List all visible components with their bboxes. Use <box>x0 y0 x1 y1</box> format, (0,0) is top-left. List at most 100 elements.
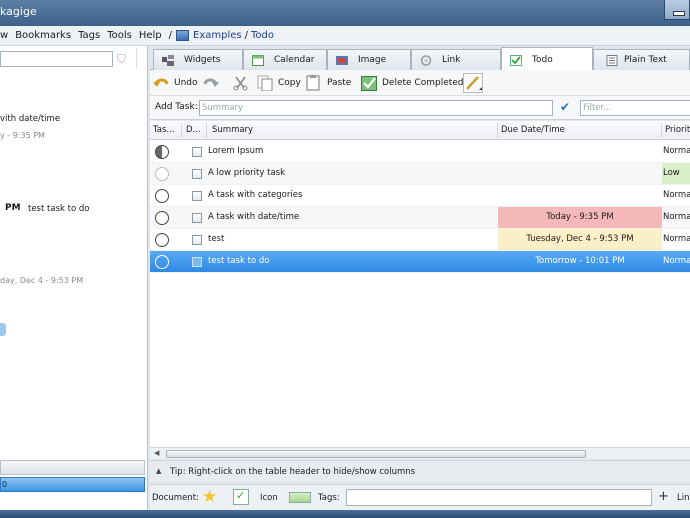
tab-todo[interactable]: Todo <box>501 47 593 71</box>
table-row[interactable]: Lorem Ipsum Normal <box>150 141 690 163</box>
image-icon <box>336 56 348 65</box>
done-checkbox[interactable] <box>192 257 202 267</box>
header-summary[interactable]: Summary <box>212 125 253 135</box>
table-row[interactable]: A task with date/time Today - 9:35 PM No… <box>150 207 690 229</box>
tab-link[interactable]: Link <box>411 49 501 70</box>
star-icon[interactable]: ★ <box>202 488 217 506</box>
done-checkbox[interactable] <box>192 213 202 223</box>
redo-icon[interactable] <box>202 75 219 91</box>
task-state-icon[interactable] <box>155 211 169 225</box>
breadcrumb-todo[interactable]: Todo <box>251 30 274 41</box>
header-done[interactable]: D... <box>186 125 201 135</box>
header-divider[interactable] <box>661 123 662 138</box>
task-due: Today - 9:35 PM <box>498 207 662 228</box>
add-task-input[interactable]: Summary <box>199 100 553 116</box>
link-icon <box>420 55 432 66</box>
title-bar: kagige <box>0 0 690 26</box>
panel-header-label: 0 <box>2 480 8 489</box>
task-date-text: y - 9:35 PM <box>0 131 45 140</box>
done-checkbox[interactable] <box>192 235 202 245</box>
expand-triangle-icon[interactable]: ▲ <box>156 467 161 475</box>
paste-icon <box>306 75 320 91</box>
task-state-icon[interactable] <box>155 189 169 203</box>
menu-tags[interactable]: Tags <box>78 30 100 41</box>
task-summary: Lorem Ipsum <box>208 146 264 156</box>
horizontal-scrollbar[interactable]: ◀ <box>150 447 690 459</box>
header-divider[interactable] <box>181 123 182 138</box>
undo-icon <box>153 78 169 87</box>
task-priority: Normal <box>663 256 690 266</box>
task-summary: A task with categories <box>208 190 303 200</box>
notebook-icon <box>176 30 190 41</box>
delete-completed-icon <box>361 76 377 91</box>
filter-icon[interactable]: ⛉ <box>117 52 128 66</box>
icon-label: Icon <box>260 493 278 503</box>
breadcrumb-examples[interactable]: Examples <box>193 30 242 41</box>
task-date-text-2: day, Dec 4 - 9:53 PM <box>0 276 84 285</box>
table-row[interactable]: A low priority task Low <box>150 163 690 185</box>
minimize-button[interactable] <box>664 0 690 20</box>
panel-header[interactable] <box>0 460 145 475</box>
edit-pencil-icon[interactable] <box>463 73 483 93</box>
cut-icon[interactable] <box>232 75 249 91</box>
search-input[interactable] <box>0 51 113 67</box>
table-header: Tas... D... Summary Due Date/Time Priori… <box>150 121 690 140</box>
task-summary: test <box>208 234 225 244</box>
task-summary: A task with date/time <box>208 212 300 222</box>
add-tag-icon[interactable]: + <box>658 489 669 504</box>
task-due <box>498 141 662 162</box>
header-divider[interactable] <box>206 123 207 138</box>
header-due-date[interactable]: Due Date/Time <box>501 125 565 135</box>
tab-plain-text[interactable]: Plain Text <box>593 49 690 70</box>
task-state-icon[interactable] <box>155 233 169 247</box>
undo-button[interactable]: Undo <box>153 73 199 93</box>
task-state-icon[interactable] <box>155 145 169 159</box>
left-pane: ⛉ vith date/time y - 9:35 PM PM test tas… <box>0 46 148 510</box>
table-row[interactable]: A task with categories Normal <box>150 185 690 207</box>
todo-icon <box>510 55 522 66</box>
table-row[interactable]: test Tuesday, Dec 4 - 9:53 PM Normal <box>150 229 690 251</box>
window-bottom-frame <box>0 510 690 518</box>
task-summary-text-2: test task to do <box>28 204 90 214</box>
header-divider[interactable] <box>497 123 498 138</box>
task-state-icon[interactable] <box>155 255 169 269</box>
delete-completed-button[interactable]: Delete Completed <box>361 73 464 93</box>
tab-bar: Widgets Calendar Image Link Todo Plain T… <box>150 46 690 71</box>
document-label: Document: <box>152 493 199 503</box>
done-checkbox[interactable] <box>192 169 202 179</box>
task-priority: Normal <box>663 234 690 244</box>
panel-header-selected[interactable]: 0 <box>0 477 145 492</box>
menu-tools[interactable]: Tools <box>107 30 132 41</box>
done-checkbox[interactable] <box>192 147 202 157</box>
task-summary: A low priority task <box>208 168 285 178</box>
filter-input[interactable]: Filter... <box>580 100 690 116</box>
tab-calendar[interactable]: Calendar <box>243 49 327 70</box>
done-checkbox[interactable] <box>192 191 202 201</box>
task-state-icon[interactable] <box>155 167 169 181</box>
tags-input[interactable] <box>346 489 652 506</box>
task-summary: test task to do <box>208 256 270 266</box>
category-chip[interactable] <box>0 323 6 336</box>
scrollbar-thumb[interactable] <box>166 450 586 458</box>
copy-button[interactable]: Copy <box>257 73 305 93</box>
table-row-selected[interactable]: test task to do Tomorrow - 10:01 PM Norm… <box>150 251 690 273</box>
header-priority[interactable]: Priorit <box>665 125 690 135</box>
pane-divider <box>136 48 137 68</box>
confirm-check-icon[interactable]: ✔ <box>560 100 570 114</box>
scroll-left-icon[interactable]: ◀ <box>154 449 159 457</box>
color-swatch[interactable] <box>289 492 311 503</box>
breadcrumb-separator-2: / <box>244 30 248 41</box>
menu-bar: w Bookmarks Tags Tools Help / Examples /… <box>0 26 690 46</box>
menu-view[interactable]: w <box>0 30 8 41</box>
todo-doc-icon[interactable] <box>233 489 249 505</box>
menu-help[interactable]: Help <box>139 30 162 41</box>
calendar-icon <box>252 55 264 66</box>
task-table: Tas... D... Summary Due Date/Time Priori… <box>150 121 690 505</box>
paste-button[interactable]: Paste <box>306 73 354 93</box>
tab-widgets[interactable]: Widgets <box>153 49 243 70</box>
task-priority: Normal <box>663 190 690 200</box>
toolbar: Undo Copy Paste Delete Completed <box>150 70 690 96</box>
tab-image[interactable]: Image <box>327 49 411 70</box>
menu-bookmarks[interactable]: Bookmarks <box>15 30 71 41</box>
header-task-state[interactable]: Tas... <box>153 125 175 135</box>
